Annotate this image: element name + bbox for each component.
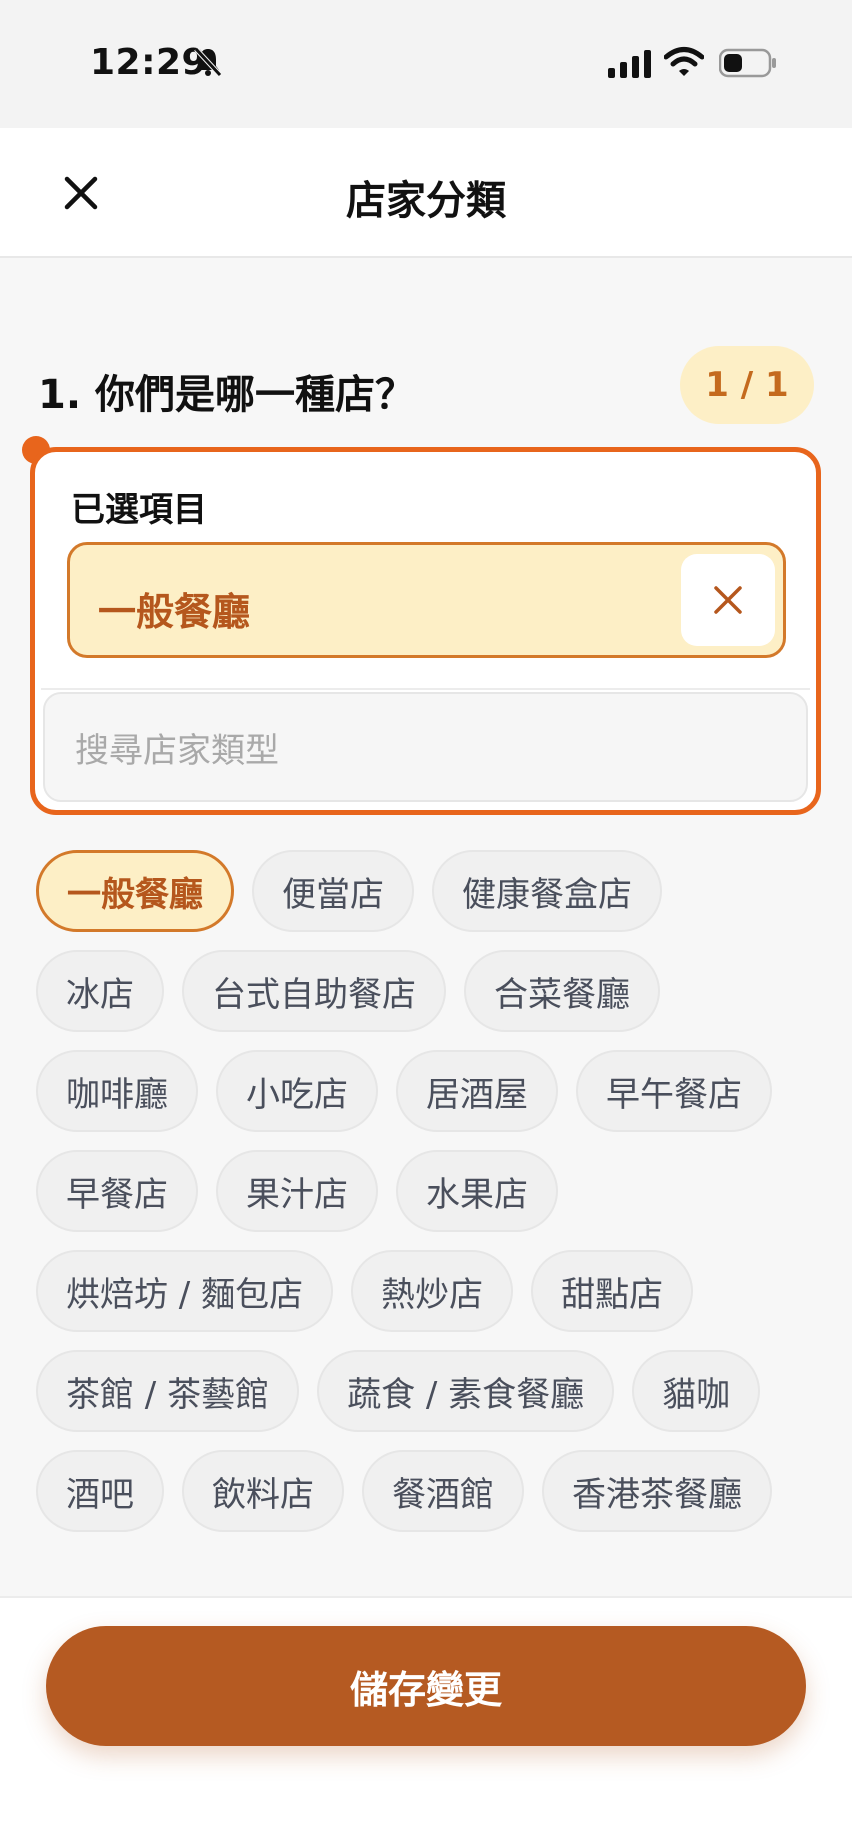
category-chip[interactable]: 熱炒店 [351, 1250, 514, 1332]
close-icon [714, 586, 742, 614]
selected-items-label: 已選項目 [71, 490, 207, 530]
category-chip[interactable]: 合菜餐廳 [464, 950, 660, 1032]
category-chip[interactable]: 健康餐盒店 [432, 850, 662, 932]
status-time: 12:29 [90, 42, 208, 83]
question-counter-badge: 1 / 1 [680, 346, 814, 424]
header: 店家分類 [0, 128, 852, 258]
category-chip[interactable]: 居酒屋 [396, 1050, 558, 1132]
selected-items-panel: 已選項目 一般餐廳 搜尋店家類型 [30, 447, 821, 815]
category-chip[interactable]: 一般餐廳 [36, 850, 234, 932]
save-button[interactable]: 儲存變更 [46, 1626, 806, 1746]
category-chip[interactable]: 早餐店 [36, 1150, 198, 1232]
bell-muted-icon [193, 46, 223, 82]
category-chip[interactable]: 冰店 [36, 950, 164, 1032]
category-chip[interactable]: 茶館 / 茶藝館 [36, 1350, 300, 1432]
footer: 儲存變更 [0, 1596, 852, 1846]
page-title: 店家分類 [346, 178, 506, 224]
category-chip[interactable]: 果汁店 [216, 1150, 378, 1232]
category-chip[interactable]: 咖啡廳 [36, 1050, 198, 1132]
category-chip[interactable]: 香港茶餐廳 [542, 1450, 772, 1532]
search-input[interactable]: 搜尋店家類型 [43, 692, 808, 802]
category-chip-row: 早餐店 果汁店 水果店 [36, 1150, 826, 1232]
selected-item-chip: 一般餐廳 [67, 542, 786, 658]
category-chip[interactable]: 蔬食 / 素食餐廳 [317, 1350, 615, 1432]
category-chip-row: 烘焙坊 / 麵包店 熱炒店 甜點店 [36, 1250, 826, 1332]
category-chip-row: 咖啡廳 小吃店 居酒屋 早午餐店 [36, 1050, 826, 1132]
category-chip-row: 茶館 / 茶藝館 蔬食 / 素食餐廳 貓咖 [36, 1350, 826, 1432]
category-chip-row: 酒吧 飲料店 餐酒館 香港茶餐廳 [36, 1450, 826, 1532]
divider [41, 688, 810, 690]
category-chip[interactable]: 飲料店 [182, 1450, 344, 1532]
category-chip[interactable]: 台式自助餐店 [182, 950, 446, 1032]
category-chip[interactable]: 便當店 [252, 850, 414, 932]
question-title: 1. 你們是哪一種店？ [38, 372, 415, 418]
status-bar: 12:29 [0, 0, 852, 128]
category-chip[interactable]: 早午餐店 [576, 1050, 772, 1132]
remove-selected-item-button[interactable] [681, 554, 775, 646]
battery-icon [718, 48, 777, 82]
category-chip[interactable]: 酒吧 [36, 1450, 164, 1532]
category-chip-row: 一般餐廳 便當店 健康餐盒店 [36, 850, 826, 932]
category-chip-list: 一般餐廳 便當店 健康餐盒店 冰店 台式自助餐店 合菜餐廳 咖啡廳 小吃店 居酒屋 早午餐店 早餐店… [36, 850, 826, 1550]
category-chip[interactable]: 貓咖 [632, 1350, 761, 1432]
selected-item-label: 一般餐廳 [98, 590, 251, 634]
wifi-icon [663, 46, 705, 82]
category-chip[interactable]: 小吃店 [216, 1050, 378, 1132]
category-chip[interactable]: 餐酒館 [362, 1450, 524, 1532]
category-chip[interactable]: 烘焙坊 / 麵包店 [36, 1250, 334, 1332]
cellular-signal-icon [608, 50, 652, 82]
category-chip[interactable]: 水果店 [396, 1150, 558, 1232]
category-chip[interactable]: 甜點店 [531, 1250, 694, 1332]
category-chip-row: 冰店 台式自助餐店 合菜餐廳 [36, 950, 826, 1032]
